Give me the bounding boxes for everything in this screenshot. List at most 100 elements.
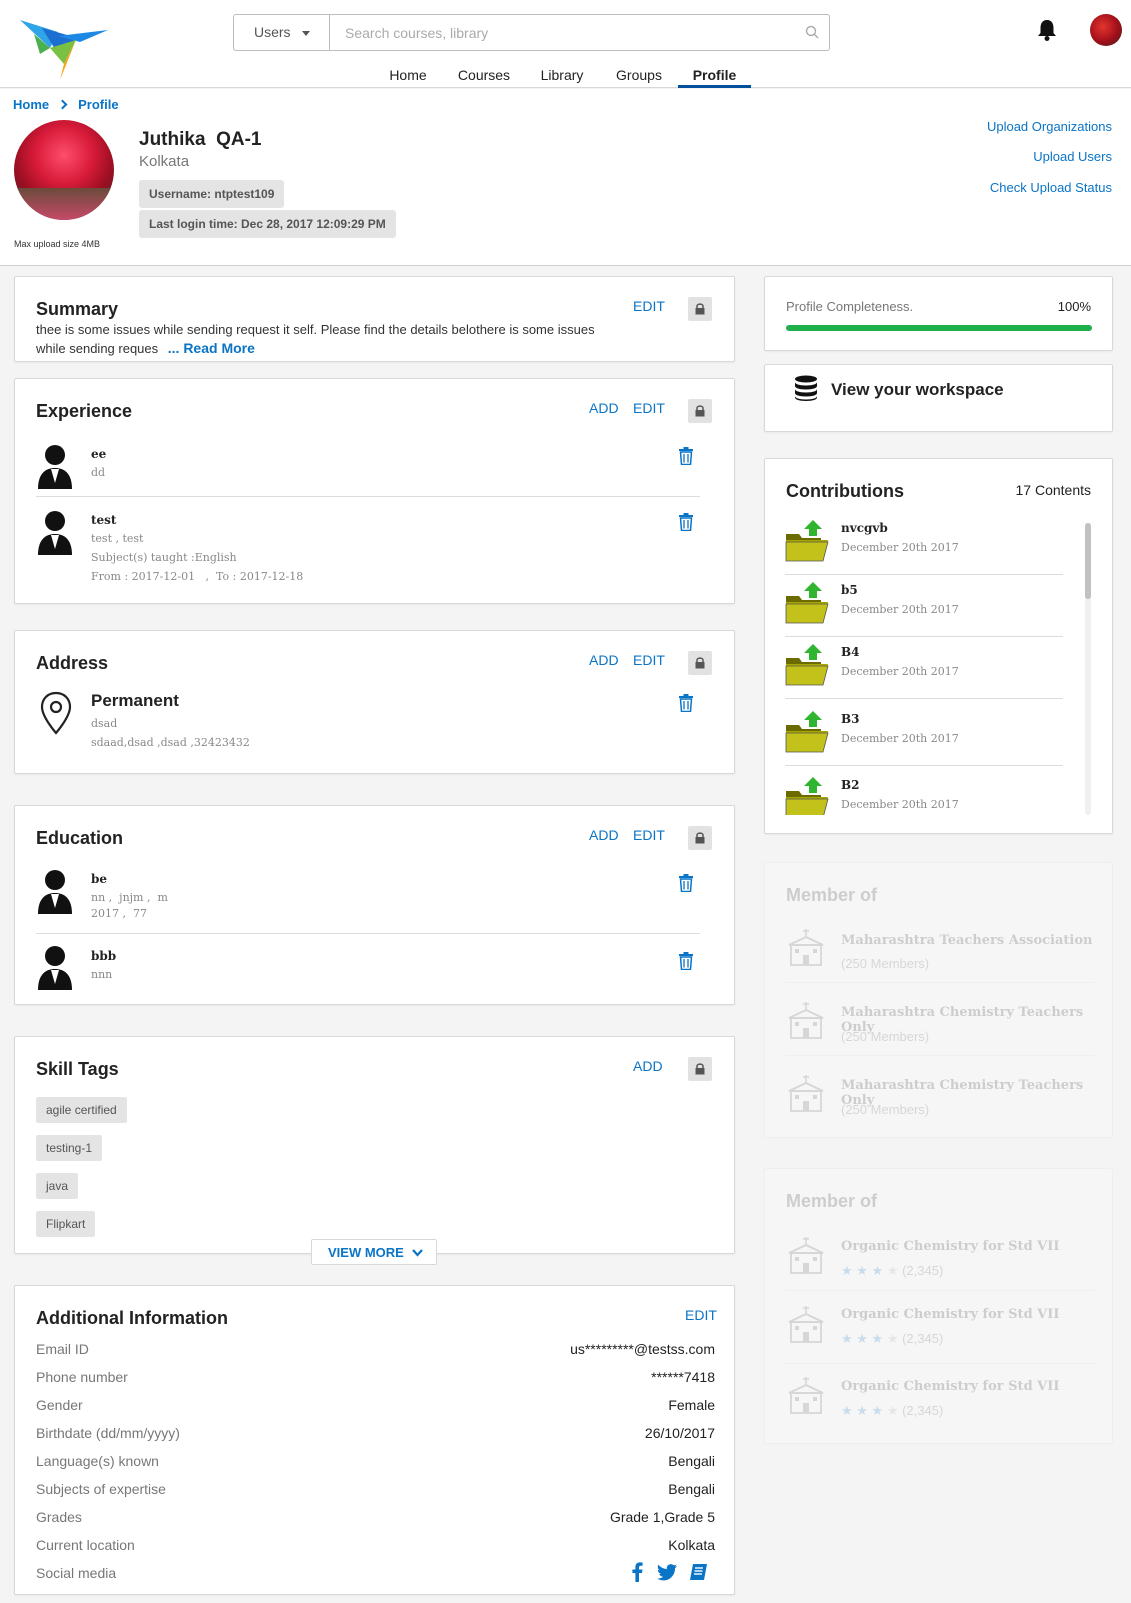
profile-avatar[interactable] [14, 120, 114, 220]
list-item[interactable]: nvcgvb December 20th 2017 [765, 513, 1095, 575]
scrollbar-track[interactable] [1085, 523, 1091, 815]
skill-tag[interactable]: testing-1 [36, 1135, 103, 1161]
profile-completeness-card: Profile Completeness. 100% [764, 276, 1113, 351]
education-card: Education ADD EDIT be nn , jnjm , m 2017… [14, 805, 735, 1005]
nav-home[interactable]: Home [373, 56, 443, 88]
avatar-photo-ground [14, 188, 114, 220]
nav-courses[interactable]: Courses [448, 56, 520, 88]
address-edit-button[interactable]: EDIT [633, 652, 665, 668]
member-course-title[interactable]: Organic Chemistry for Std VII [841, 1379, 1059, 1394]
scrollbar-thumb[interactable] [1085, 523, 1091, 599]
divider [785, 1290, 1095, 1291]
member-course-title[interactable]: Organic Chemistry for Std VII [841, 1307, 1059, 1322]
profile-name: Juthika QA-1 [139, 129, 262, 150]
last-login-badge: Last login time: Dec 28, 2017 12:09:29 P… [139, 210, 396, 238]
view-more-button[interactable]: VIEW MORE [311, 1239, 437, 1265]
star-rating-icon: ★ ★ ★ [841, 1263, 887, 1278]
experience-edit-button[interactable]: EDIT [633, 400, 665, 416]
privacy-lock-button[interactable] [688, 651, 712, 675]
experience-add-button[interactable]: ADD [589, 400, 619, 416]
contribution-title: b5 [841, 583, 858, 597]
list-item[interactable]: B4 December 20th 2017 [765, 637, 1095, 699]
contribution-title: B3 [841, 712, 860, 726]
contribution-date: December 20th 2017 [841, 732, 959, 745]
skill-tag[interactable]: java [36, 1173, 79, 1199]
member-org-title[interactable]: Maharashtra Teachers Association [841, 933, 1092, 948]
divider [36, 496, 700, 497]
list-item[interactable]: B2 December 20th 2017 [765, 766, 1095, 815]
completeness-track [786, 325, 1092, 331]
skill-tag[interactable]: agile certified [36, 1097, 127, 1123]
address-card: Address ADD EDIT Permanent dsad sdaad,ds… [14, 630, 735, 774]
member-course-count: (2,345) [902, 1331, 944, 1346]
blog-icon[interactable] [689, 1563, 708, 1582]
privacy-lock-button[interactable] [688, 1057, 712, 1081]
search-bar: Users [233, 14, 830, 51]
nav-library[interactable]: Library [527, 56, 597, 88]
info-value-grades: Grade 1,Grade 5 [609, 1509, 715, 1525]
nav-groups[interactable]: Groups [603, 56, 675, 88]
trash-icon[interactable] [678, 447, 694, 465]
address-add-button[interactable]: ADD [589, 652, 619, 668]
education-item-detail: nnn [91, 968, 113, 981]
upload-users-link[interactable]: Upload Users [1033, 149, 1112, 164]
address-type: Permanent [91, 691, 179, 710]
folder-upload-icon [785, 644, 829, 686]
additional-info-edit-button[interactable]: EDIT [685, 1307, 717, 1323]
profile-location: Kolkata [139, 153, 190, 170]
address-title: Address [36, 653, 109, 673]
breadcrumb-current[interactable]: Profile [78, 97, 118, 112]
summary-title: Summary [36, 299, 119, 319]
read-more-link[interactable]: ... Read More [168, 340, 255, 356]
education-edit-button[interactable]: EDIT [633, 827, 665, 843]
list-item[interactable]: B3 December 20th 2017 [765, 699, 1095, 766]
twitter-icon[interactable] [657, 1564, 677, 1581]
education-item-title: bbb [91, 949, 117, 963]
info-label-email: Email ID [36, 1341, 89, 1357]
skill-tag[interactable]: Flipkart [36, 1211, 96, 1237]
facebook-icon[interactable] [631, 1562, 643, 1582]
star-rating-icon: ★ ★ ★ [841, 1403, 887, 1418]
privacy-lock-button[interactable] [688, 297, 712, 321]
search-input[interactable] [331, 15, 811, 50]
summary-edit-button[interactable]: EDIT [633, 298, 665, 314]
search-scope-dropdown[interactable]: Users [234, 15, 330, 50]
skill-add-button[interactable]: ADD [633, 1058, 663, 1074]
workspace-card[interactable]: View your workspace [764, 364, 1113, 432]
trash-icon[interactable] [678, 874, 694, 892]
search-icon[interactable] [805, 25, 819, 39]
trash-icon[interactable] [678, 952, 694, 970]
member-course-rating: ★ ★ ★ ★ (2,345) [841, 1403, 943, 1419]
divider [36, 933, 700, 934]
trash-icon[interactable] [678, 513, 694, 531]
member-course-title[interactable]: Organic Chemistry for Std VII [841, 1239, 1059, 1254]
member-org-count: (250 Members) [841, 956, 930, 971]
completeness-value: 100% [1057, 299, 1091, 314]
contribution-title: B2 [841, 778, 860, 792]
member-org-count: (250 Members) [841, 1029, 930, 1044]
upload-organizations-link[interactable]: Upload Organizations [987, 119, 1112, 134]
member-course-count: (2,345) [902, 1263, 944, 1278]
privacy-lock-button[interactable] [688, 399, 712, 423]
check-upload-status-link[interactable]: Check Upload Status [990, 180, 1112, 195]
workspace-label: View your workspace [831, 380, 1004, 399]
username-badge: Username: ntptest109 [139, 180, 285, 208]
user-avatar[interactable] [1090, 14, 1122, 46]
list-item[interactable]: b5 December 20th 2017 [765, 575, 1095, 637]
star-empty-icon: ★ [886, 1263, 903, 1278]
privacy-lock-button[interactable] [688, 826, 712, 850]
contributions-card: Contributions 17 Contents nvcgvb Decembe… [764, 458, 1113, 834]
view-more-label: VIEW MORE [328, 1245, 404, 1260]
star-rating-icon: ★ ★ ★ [841, 1331, 887, 1346]
folder-upload-icon [785, 520, 829, 562]
education-add-button[interactable]: ADD [589, 827, 619, 843]
nav-profile[interactable]: Profile [678, 56, 751, 88]
school-icon [788, 1377, 824, 1414]
bell-icon[interactable] [1036, 18, 1058, 42]
skill-tags-card: Skill Tags ADD agile certified testing-1… [14, 1036, 735, 1254]
additional-info-title: Additional Information [36, 1308, 228, 1328]
trash-icon[interactable] [678, 694, 694, 712]
info-value-phone: ******7418 [651, 1369, 715, 1385]
logo-icon[interactable] [20, 14, 108, 80]
breadcrumb-home[interactable]: Home [13, 97, 49, 112]
